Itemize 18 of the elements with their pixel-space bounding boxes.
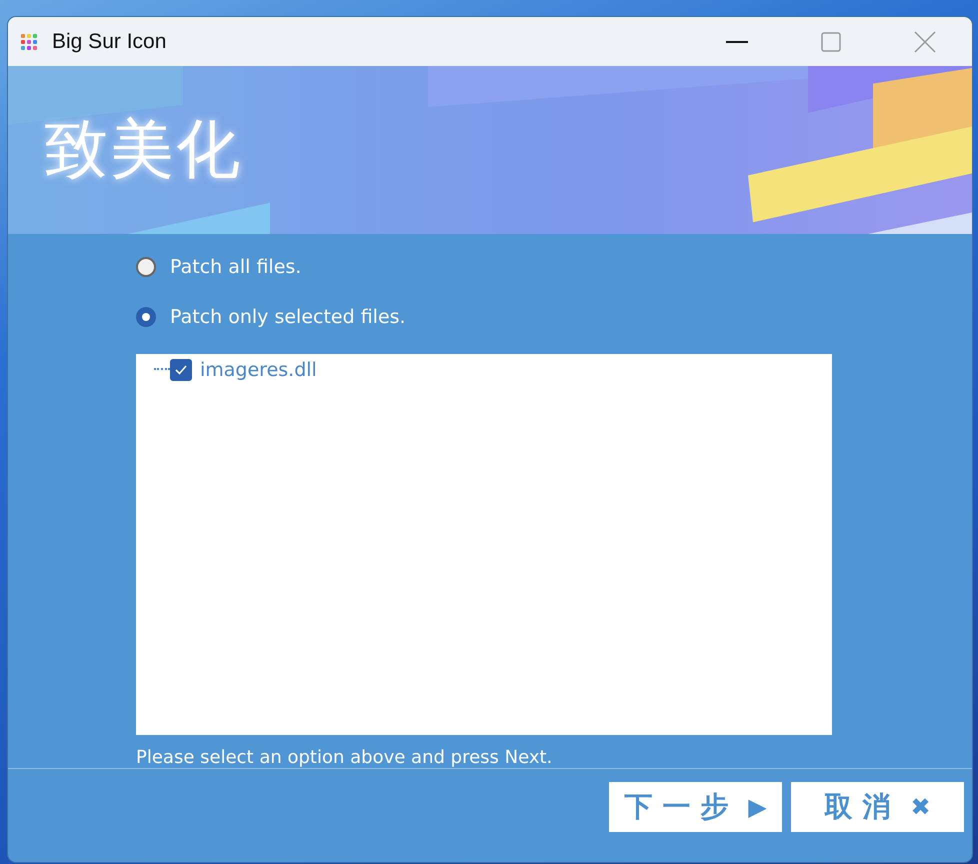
radio-option[interactable]: Patch only selected files.	[136, 302, 972, 332]
option-label: Patch only selected files.	[170, 306, 406, 328]
status-text: Please select an option above and press Next.	[136, 746, 554, 768]
radio-button[interactable]	[136, 306, 156, 327]
window-title: Big Sur Icon	[52, 30, 168, 54]
app-icon	[20, 32, 38, 50]
check-icon	[175, 364, 187, 375]
radio-option[interactable]: Patch all files.	[136, 252, 972, 282]
file-name[interactable]: imageres.dll	[200, 358, 317, 381]
dialog-button[interactable]: 下一步 ▶	[609, 782, 782, 832]
checkbox[interactable]	[170, 358, 192, 381]
option-label: Patch all files.	[170, 256, 302, 278]
radio-button[interactable]	[136, 256, 156, 277]
close-icon[interactable]	[914, 30, 936, 52]
logo-text: 致美化	[44, 112, 242, 189]
maximize-icon[interactable]	[821, 32, 841, 52]
dialog-button[interactable]: 取消 ✖	[791, 782, 964, 832]
minimize-icon[interactable]	[726, 40, 748, 42]
